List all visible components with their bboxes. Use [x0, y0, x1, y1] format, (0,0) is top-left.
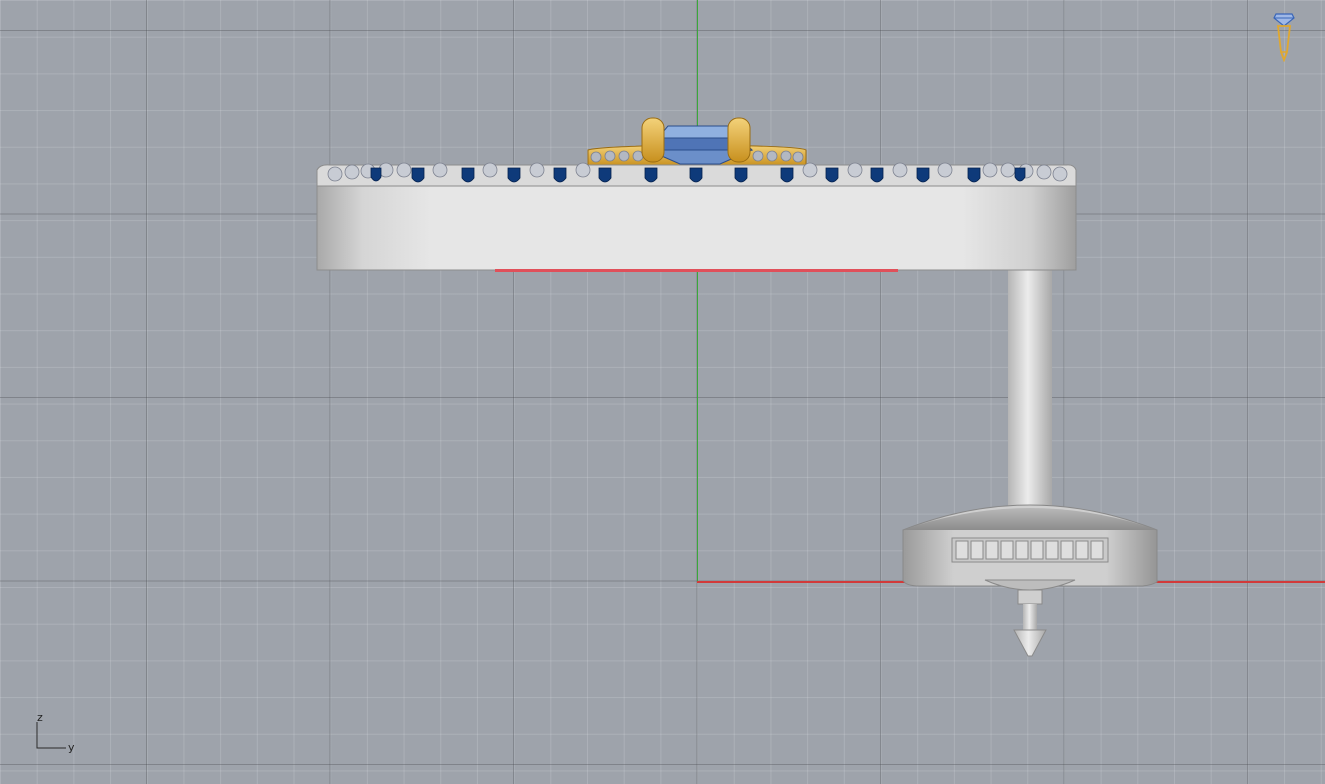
earring-post	[1008, 268, 1052, 506]
selected-edge-highlight	[495, 269, 898, 272]
blue-gem-row	[370, 167, 1026, 183]
model-scene[interactable]	[0, 0, 1325, 784]
gold-halo-setting	[587, 117, 807, 167]
earring-back	[902, 504, 1158, 657]
axis-label-y: y	[68, 741, 75, 754]
gem-pencil-icon[interactable]	[1272, 8, 1296, 62]
viewport-right[interactable]: z y	[0, 0, 1325, 784]
axis-label-z: z	[37, 711, 43, 724]
